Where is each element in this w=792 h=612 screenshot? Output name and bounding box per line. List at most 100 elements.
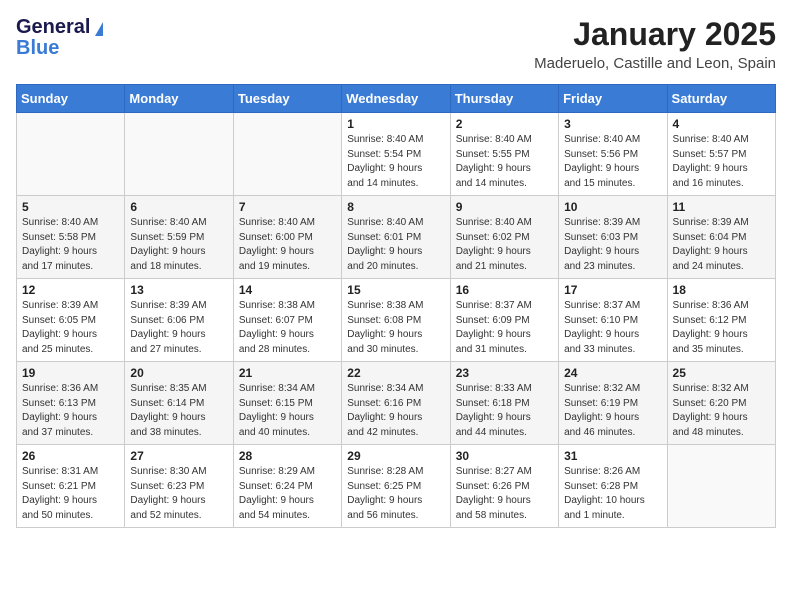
day-number: 6 bbox=[130, 200, 227, 214]
day-number: 14 bbox=[239, 283, 336, 297]
calendar-cell bbox=[17, 113, 125, 196]
location-title: Maderuelo, Castille and Leon, Spain bbox=[534, 55, 776, 72]
logo-triangle-icon bbox=[95, 22, 103, 36]
day-number: 28 bbox=[239, 449, 336, 463]
weekday-header-saturday: Saturday bbox=[667, 85, 775, 113]
day-info: Sunrise: 8:38 AM Sunset: 6:08 PM Dayligh… bbox=[347, 299, 444, 357]
day-number: 8 bbox=[347, 200, 444, 214]
calendar-cell: 24 Sunrise: 8:32 AM Sunset: 6:19 PM Dayli… bbox=[559, 362, 667, 445]
calendar-week-row: 1Sunrise: 8:40 AM Sunset: 5:54 PM Daylig… bbox=[17, 113, 776, 196]
calendar-cell: 3Sunrise: 8:40 AM Sunset: 5:56 PM Daylig… bbox=[559, 113, 667, 196]
calendar-cell: 31 Sunrise: 8:26 AM Sunset: 6:28 PM Dayli… bbox=[559, 445, 667, 528]
day-number: 10 bbox=[564, 200, 661, 214]
calendar-cell: 26 Sunrise: 8:31 AM Sunset: 6:21 PM Dayli… bbox=[17, 445, 125, 528]
day-info: Sunrise: 8:36 AM Sunset: 6:12 PM Dayligh… bbox=[673, 299, 770, 357]
day-number: 13 bbox=[130, 283, 227, 297]
day-info: Sunrise: 8:40 AM Sunset: 5:56 PM Dayligh… bbox=[564, 133, 661, 191]
calendar-cell: 14 Sunrise: 8:38 AM Sunset: 6:07 PM Dayli… bbox=[233, 279, 341, 362]
day-number: 18 bbox=[673, 283, 770, 297]
calendar-week-row: 12Sunrise: 8:39 AM Sunset: 6:05 PM Dayli… bbox=[17, 279, 776, 362]
day-number: 5 bbox=[22, 200, 119, 214]
day-info: Sunrise: 8:34 AM Sunset: 6:15 PM Dayligh… bbox=[239, 382, 336, 440]
day-number: 15 bbox=[347, 283, 444, 297]
calendar-week-row: 19 Sunrise: 8:36 AM Sunset: 6:13 PM Dayli… bbox=[17, 362, 776, 445]
calendar-cell bbox=[667, 445, 775, 528]
day-info: Sunrise: 8:33 AM Sunset: 6:18 PM Dayligh… bbox=[456, 382, 553, 440]
calendar-cell: 30 Sunrise: 8:27 AM Sunset: 6:26 PM Dayli… bbox=[450, 445, 558, 528]
calendar-cell: 18 Sunrise: 8:36 AM Sunset: 6:12 PM Dayli… bbox=[667, 279, 775, 362]
day-info: Sunrise: 8:40 AM Sunset: 6:01 PM Dayligh… bbox=[347, 216, 444, 274]
day-info: Sunrise: 8:40 AM Sunset: 5:55 PM Dayligh… bbox=[456, 133, 553, 191]
day-info: Sunrise: 8:40 AM Sunset: 5:58 PM Dayligh… bbox=[22, 216, 119, 274]
day-number: 23 bbox=[456, 366, 553, 380]
day-info: Sunrise: 8:28 AM Sunset: 6:25 PM Dayligh… bbox=[347, 465, 444, 523]
day-info: Sunrise: 8:40 AM Sunset: 5:54 PM Dayligh… bbox=[347, 133, 444, 191]
calendar-cell: 13 Sunrise: 8:39 AM Sunset: 6:06 PM Dayli… bbox=[125, 279, 233, 362]
calendar-cell: 23 Sunrise: 8:33 AM Sunset: 6:18 PM Dayli… bbox=[450, 362, 558, 445]
day-info: Sunrise: 8:39 AM Sunset: 6:06 PM Dayligh… bbox=[130, 299, 227, 357]
month-title: January 2025 bbox=[534, 16, 776, 53]
day-info: Sunrise: 8:31 AM Sunset: 6:21 PM Dayligh… bbox=[22, 465, 119, 523]
calendar-cell: 5 Sunrise: 8:40 AM Sunset: 5:58 PM Daylig… bbox=[17, 196, 125, 279]
day-number: 19 bbox=[22, 366, 119, 380]
weekday-header-thursday: Thursday bbox=[450, 85, 558, 113]
weekday-header-monday: Monday bbox=[125, 85, 233, 113]
logo-blue: Blue bbox=[16, 37, 59, 60]
weekday-header-sunday: Sunday bbox=[17, 85, 125, 113]
day-number: 11 bbox=[673, 200, 770, 214]
day-number: 24 bbox=[564, 366, 661, 380]
day-number: 27 bbox=[130, 449, 227, 463]
calendar-cell: 8 Sunrise: 8:40 AM Sunset: 6:01 PM Daylig… bbox=[342, 196, 450, 279]
day-info: Sunrise: 8:36 AM Sunset: 6:13 PM Dayligh… bbox=[22, 382, 119, 440]
day-number: 30 bbox=[456, 449, 553, 463]
day-info: Sunrise: 8:40 AM Sunset: 6:02 PM Dayligh… bbox=[456, 216, 553, 274]
calendar-cell: 25Sunrise: 8:32 AM Sunset: 6:20 PM Dayli… bbox=[667, 362, 775, 445]
day-info: Sunrise: 8:30 AM Sunset: 6:23 PM Dayligh… bbox=[130, 465, 227, 523]
day-number: 22 bbox=[347, 366, 444, 380]
logo-general: General bbox=[16, 16, 90, 39]
day-number: 31 bbox=[564, 449, 661, 463]
weekday-header-wednesday: Wednesday bbox=[342, 85, 450, 113]
day-number: 9 bbox=[456, 200, 553, 214]
page-header: General Blue January 2025 Maderuelo, Cas… bbox=[16, 16, 776, 72]
day-info: Sunrise: 8:32 AM Sunset: 6:19 PM Dayligh… bbox=[564, 382, 661, 440]
calendar-cell: 6 Sunrise: 8:40 AM Sunset: 5:59 PM Daylig… bbox=[125, 196, 233, 279]
calendar-table: SundayMondayTuesdayWednesdayThursdayFrid… bbox=[16, 84, 776, 528]
calendar-cell: 12Sunrise: 8:39 AM Sunset: 6:05 PM Dayli… bbox=[17, 279, 125, 362]
day-info: Sunrise: 8:34 AM Sunset: 6:16 PM Dayligh… bbox=[347, 382, 444, 440]
calendar-cell: 10Sunrise: 8:39 AM Sunset: 6:03 PM Dayli… bbox=[559, 196, 667, 279]
calendar-week-row: 5 Sunrise: 8:40 AM Sunset: 5:58 PM Daylig… bbox=[17, 196, 776, 279]
weekday-header-friday: Friday bbox=[559, 85, 667, 113]
day-number: 21 bbox=[239, 366, 336, 380]
day-info: Sunrise: 8:35 AM Sunset: 6:14 PM Dayligh… bbox=[130, 382, 227, 440]
calendar-cell: 11 Sunrise: 8:39 AM Sunset: 6:04 PM Dayli… bbox=[667, 196, 775, 279]
day-info: Sunrise: 8:39 AM Sunset: 6:05 PM Dayligh… bbox=[22, 299, 119, 357]
calendar-cell: 28Sunrise: 8:29 AM Sunset: 6:24 PM Dayli… bbox=[233, 445, 341, 528]
day-info: Sunrise: 8:40 AM Sunset: 5:57 PM Dayligh… bbox=[673, 133, 770, 191]
weekday-header-tuesday: Tuesday bbox=[233, 85, 341, 113]
calendar-cell: 9 Sunrise: 8:40 AM Sunset: 6:02 PM Daylig… bbox=[450, 196, 558, 279]
day-info: Sunrise: 8:40 AM Sunset: 5:59 PM Dayligh… bbox=[130, 216, 227, 274]
calendar-cell: 1Sunrise: 8:40 AM Sunset: 5:54 PM Daylig… bbox=[342, 113, 450, 196]
calendar-cell: 4 Sunrise: 8:40 AM Sunset: 5:57 PM Daylig… bbox=[667, 113, 775, 196]
calendar-cell: 21 Sunrise: 8:34 AM Sunset: 6:15 PM Dayli… bbox=[233, 362, 341, 445]
day-info: Sunrise: 8:39 AM Sunset: 6:04 PM Dayligh… bbox=[673, 216, 770, 274]
day-number: 29 bbox=[347, 449, 444, 463]
day-info: Sunrise: 8:37 AM Sunset: 6:09 PM Dayligh… bbox=[456, 299, 553, 357]
calendar-week-row: 26 Sunrise: 8:31 AM Sunset: 6:21 PM Dayli… bbox=[17, 445, 776, 528]
logo: General Blue bbox=[16, 16, 103, 60]
day-info: Sunrise: 8:40 AM Sunset: 6:00 PM Dayligh… bbox=[239, 216, 336, 274]
calendar-cell: 29 Sunrise: 8:28 AM Sunset: 6:25 PM Dayli… bbox=[342, 445, 450, 528]
weekday-header-row: SundayMondayTuesdayWednesdayThursdayFrid… bbox=[17, 85, 776, 113]
day-info: Sunrise: 8:38 AM Sunset: 6:07 PM Dayligh… bbox=[239, 299, 336, 357]
day-number: 7 bbox=[239, 200, 336, 214]
calendar-cell: 27 Sunrise: 8:30 AM Sunset: 6:23 PM Dayli… bbox=[125, 445, 233, 528]
day-number: 26 bbox=[22, 449, 119, 463]
calendar-cell: 15 Sunrise: 8:38 AM Sunset: 6:08 PM Dayli… bbox=[342, 279, 450, 362]
day-number: 16 bbox=[456, 283, 553, 297]
day-info: Sunrise: 8:27 AM Sunset: 6:26 PM Dayligh… bbox=[456, 465, 553, 523]
day-info: Sunrise: 8:26 AM Sunset: 6:28 PM Dayligh… bbox=[564, 465, 661, 523]
day-number: 2 bbox=[456, 117, 553, 131]
calendar-cell: 16 Sunrise: 8:37 AM Sunset: 6:09 PM Dayli… bbox=[450, 279, 558, 362]
day-number: 4 bbox=[673, 117, 770, 131]
